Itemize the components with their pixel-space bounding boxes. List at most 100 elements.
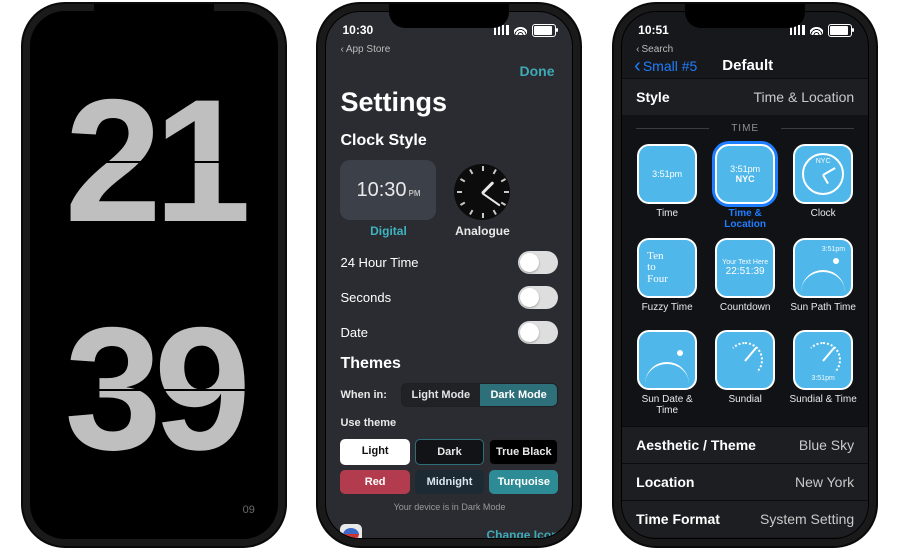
cell-caption: Sundial: [728, 394, 761, 414]
flip-minutes-value: 39: [65, 302, 244, 477]
row-style[interactable]: Style Time & Location: [622, 78, 868, 115]
wifi-icon: [810, 25, 823, 35]
cell-time-location[interactable]: 3:51pm NYC Time & Location: [706, 140, 784, 234]
segment-light-mode[interactable]: Light Mode: [402, 384, 480, 406]
page-title: Settings: [340, 87, 558, 118]
device-mode-hint: Your device is in Dark Mode: [340, 502, 558, 512]
flip-clock: 21 39: [40, 56, 268, 494]
notch: [685, 4, 805, 28]
digital-preview-time: 10:30: [356, 179, 406, 202]
back-label: Small #5: [643, 58, 697, 74]
flip-seconds: 09: [243, 504, 255, 516]
analogue-preview: [454, 164, 510, 220]
cell-sundial[interactable]: Sundial: [706, 326, 784, 420]
row-value: Blue Sky: [799, 437, 854, 453]
when-in-label: When in:: [340, 389, 386, 401]
wifi-icon: [514, 25, 527, 35]
cell-countdown[interactable]: Your Text Here 22:51:39 Countdown: [706, 234, 784, 326]
cell-sun-date-time[interactable]: Sun Date & Time: [628, 326, 706, 420]
row-key: Style: [636, 89, 669, 105]
notch: [389, 4, 509, 28]
section-header-time: TIME: [622, 115, 868, 138]
preview-sundial: [715, 330, 775, 390]
theme-grid: Light Dark True Black Red Midnight Turqu…: [340, 439, 558, 494]
row-value: System Setting: [760, 511, 854, 527]
digital-label: Digital: [370, 224, 407, 238]
toggle-label: Date: [340, 325, 367, 340]
cell-caption: Clock: [811, 208, 836, 228]
row-time-format[interactable]: Time Format System Setting: [622, 500, 868, 537]
flip-hours-value: 21: [65, 74, 244, 249]
cell-caption: Sun Date & Time: [630, 394, 704, 416]
preview-sun-path: 3:51pm: [793, 238, 853, 298]
toggle-row-24hour: 24 Hour Time: [340, 248, 558, 277]
cell-clock[interactable]: NYC Clock: [784, 140, 862, 234]
status-time: 10:51: [638, 23, 669, 37]
breadcrumb[interactable]: ‹ App Store: [326, 44, 572, 57]
app-icon-preview: [340, 524, 362, 538]
breadcrumb[interactable]: ‹ Search: [622, 44, 868, 57]
status-time: 10:30: [342, 23, 373, 37]
preview-countdown: Your Text Here 22:51:39: [715, 238, 775, 298]
cell-sun-path-time[interactable]: 3:51pm Sun Path Time: [784, 234, 862, 326]
toggle-date[interactable]: [518, 321, 558, 344]
theme-turquoise[interactable]: Turquoise: [489, 470, 558, 494]
row-key: Time Format: [636, 511, 720, 527]
toggle-row-seconds: Seconds: [340, 283, 558, 312]
row-aesthetic[interactable]: Aesthetic / Theme Blue Sky: [622, 426, 868, 463]
theme-midnight[interactable]: Midnight: [415, 470, 484, 494]
breadcrumb-label: Search: [641, 44, 673, 55]
digital-preview-ampm: PM: [409, 183, 421, 198]
back-button[interactable]: ‹ Small #5: [634, 58, 697, 74]
use-theme-label: Use theme: [340, 417, 558, 429]
themes-heading: Themes: [340, 355, 558, 373]
cell-caption: Countdown: [720, 302, 771, 322]
toggle-seconds[interactable]: [518, 286, 558, 309]
cell-caption: Time: [656, 208, 678, 228]
flip-minutes: 39: [40, 284, 268, 494]
preview-sundial-time: 3:51pm: [793, 330, 853, 390]
cell-caption: Fuzzy Time: [642, 302, 693, 322]
row-value: New York: [795, 474, 854, 490]
flip-hours: 21: [40, 56, 268, 266]
segment-dark-mode[interactable]: Dark Mode: [480, 384, 558, 406]
preview-fuzzy: TentoFour: [637, 238, 697, 298]
change-icon-button[interactable]: Change Icon: [486, 528, 558, 538]
preview-clock: NYC: [793, 144, 853, 204]
row-key: Location: [636, 474, 694, 490]
nav-bar: ‹ Small #5 Default: [622, 57, 868, 78]
widget-style-grid: 3:51pm Time 3:51pm NYC Time & Location N…: [622, 138, 868, 426]
clock-style-digital[interactable]: 10:30 PM Digital: [340, 160, 436, 238]
phone-flip-clock: 21 39 09: [23, 4, 285, 546]
nav-title: Default: [722, 57, 773, 74]
clock-style-heading: Clock Style: [340, 132, 558, 150]
preview-time-location: 3:51pm NYC: [715, 144, 775, 204]
preview-sun-date: [637, 330, 697, 390]
minute-hand: [482, 192, 501, 206]
clock-style-analogue[interactable]: Analogue: [454, 164, 510, 238]
toggle-label: 24 Hour Time: [340, 255, 418, 270]
chevron-left-icon: ‹: [636, 44, 639, 55]
cell-caption: Sundial & Time: [790, 394, 857, 414]
mode-segmented[interactable]: Light Mode Dark Mode: [401, 383, 559, 407]
cell-fuzzy-time[interactable]: TentoFour Fuzzy Time: [628, 234, 706, 326]
done-button[interactable]: Done: [515, 57, 558, 79]
toggle-row-date: Date: [340, 318, 558, 347]
theme-dark[interactable]: Dark: [415, 439, 484, 465]
row-location[interactable]: Location New York: [622, 463, 868, 500]
toggle-24hour[interactable]: [518, 251, 558, 274]
phone-settings: 10:30 ‹ App Store Done Settings Clock St…: [318, 4, 580, 546]
row-key: Aesthetic / Theme: [636, 437, 756, 453]
cell-time[interactable]: 3:51pm Time: [628, 140, 706, 234]
chevron-left-icon: ‹: [340, 44, 343, 55]
theme-true-black[interactable]: True Black: [489, 439, 558, 465]
cell-caption: Time & Location: [708, 208, 782, 230]
cell-sundial-time[interactable]: 3:51pm Sundial & Time: [784, 326, 862, 420]
theme-light[interactable]: Light: [340, 439, 409, 465]
battery-icon: [828, 24, 852, 37]
theme-red[interactable]: Red: [340, 470, 409, 494]
toggle-label: Seconds: [340, 290, 391, 305]
preview-time: 3:51pm: [637, 144, 697, 204]
digital-preview: 10:30 PM: [340, 160, 436, 220]
battery-icon: [532, 24, 556, 37]
